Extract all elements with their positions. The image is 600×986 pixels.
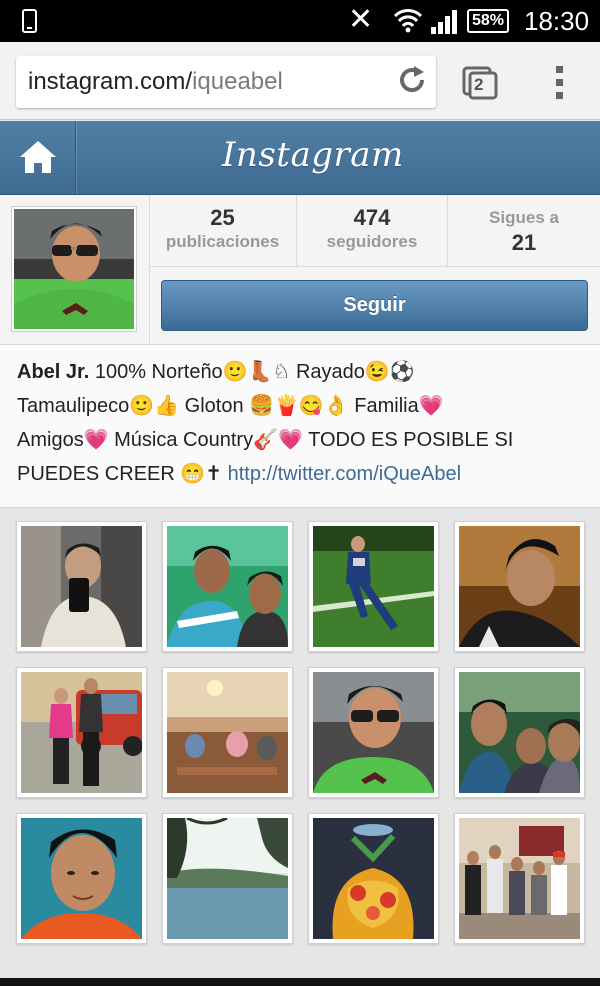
instagram-logo[interactable]: Instagram bbox=[222, 135, 404, 175]
bio-line: Tamaulipeco🙂👍 Gloton 🍔🍟😋👌 Familia💗 bbox=[17, 395, 444, 417]
url-path: iqueabel bbox=[192, 68, 283, 95]
no-signal-icon: ✕ bbox=[348, 2, 374, 37]
url-host: instagram.com/ bbox=[28, 68, 193, 95]
posts-count: 25 bbox=[210, 205, 235, 230]
photo-thumbnail bbox=[21, 818, 142, 939]
photo-tile[interactable] bbox=[16, 667, 147, 798]
url-text: instagram.com/iqueabel bbox=[28, 68, 283, 96]
photo-thumbnail bbox=[459, 672, 580, 793]
photo-tile[interactable] bbox=[162, 813, 293, 944]
bio-line: Amigos💗 Música Country🎸💗 TODO ES POSIBLE… bbox=[17, 429, 514, 451]
photo-tile[interactable] bbox=[454, 667, 585, 798]
photo-thumbnail bbox=[313, 818, 434, 939]
photo-tile[interactable] bbox=[16, 521, 147, 652]
photo-thumbnail bbox=[21, 672, 143, 793]
photo-thumbnail bbox=[459, 818, 580, 939]
profile-name: Abel Jr. bbox=[17, 361, 90, 383]
followers-label: seguidores bbox=[326, 232, 418, 251]
posts-stat[interactable]: 25 publicaciones bbox=[149, 195, 297, 267]
cell-signal-icon bbox=[431, 10, 457, 34]
phone-icon bbox=[22, 9, 37, 33]
bio-text: 100% Norteño🙂👢♘ Rayado😉⚽ bbox=[89, 361, 415, 383]
photo-thumbnail bbox=[167, 526, 288, 647]
posts-label: publicaciones bbox=[165, 232, 280, 251]
bottom-edge bbox=[0, 978, 600, 986]
follow-button[interactable]: Seguir bbox=[161, 280, 588, 331]
followers-count: 474 bbox=[353, 205, 391, 230]
profile-avatar bbox=[11, 206, 137, 332]
tab-count: 2 bbox=[474, 75, 484, 94]
photo-thumbnail bbox=[459, 526, 580, 647]
photo-thumbnail bbox=[313, 526, 434, 647]
clock: 18:30 bbox=[524, 6, 590, 36]
photo-thumbnail bbox=[313, 672, 434, 793]
following-count: 21 bbox=[511, 230, 537, 255]
photo-tile[interactable] bbox=[162, 521, 293, 652]
bio-text: PUEDES CREER 😁✝ bbox=[17, 463, 228, 485]
address-bar[interactable]: instagram.com/iqueabel bbox=[16, 56, 436, 108]
profile-link[interactable]: http://twitter.com/iQueAbel bbox=[228, 463, 461, 485]
following-label: Sigues a bbox=[489, 208, 559, 227]
photo-tile[interactable] bbox=[308, 813, 439, 944]
home-icon bbox=[20, 141, 56, 173]
followers-stat[interactable]: 474 seguidores bbox=[297, 195, 448, 267]
bio-line: PUEDES CREER 😁✝ http://twitter.com/iQueA… bbox=[17, 457, 583, 491]
instagram-header: Instagram bbox=[0, 121, 600, 195]
photo-tile[interactable] bbox=[16, 813, 147, 944]
browser-toolbar: instagram.com/iqueabel 2 bbox=[0, 42, 600, 120]
profile-section: 25 publicaciones 474 seguidores Sigues a… bbox=[0, 195, 600, 345]
photo-tile[interactable] bbox=[454, 813, 585, 944]
battery-indicator: 58% bbox=[467, 9, 510, 33]
wifi-icon bbox=[393, 9, 423, 33]
overflow-menu-icon[interactable] bbox=[553, 66, 565, 102]
avatar-image bbox=[14, 209, 134, 329]
profile-bio: Abel Jr. 100% Norteño🙂👢♘ Rayado😉⚽ Tamaul… bbox=[0, 345, 600, 508]
status-bar: ✕ 58% 18:30 bbox=[0, 0, 600, 42]
following-stat[interactable]: Sigues a 21 bbox=[448, 195, 600, 267]
photo-tile[interactable] bbox=[454, 521, 585, 652]
reload-icon[interactable] bbox=[396, 64, 428, 96]
photo-tile[interactable] bbox=[308, 667, 439, 798]
photo-thumbnail bbox=[21, 526, 142, 647]
photo-thumbnail bbox=[167, 672, 288, 793]
bio-line: Abel Jr. 100% Norteño🙂👢♘ Rayado😉⚽ bbox=[17, 355, 583, 389]
photo-tile[interactable] bbox=[162, 667, 293, 798]
home-button[interactable] bbox=[0, 121, 76, 194]
photo-tile[interactable] bbox=[308, 521, 439, 652]
photo-thumbnail bbox=[167, 816, 288, 939]
